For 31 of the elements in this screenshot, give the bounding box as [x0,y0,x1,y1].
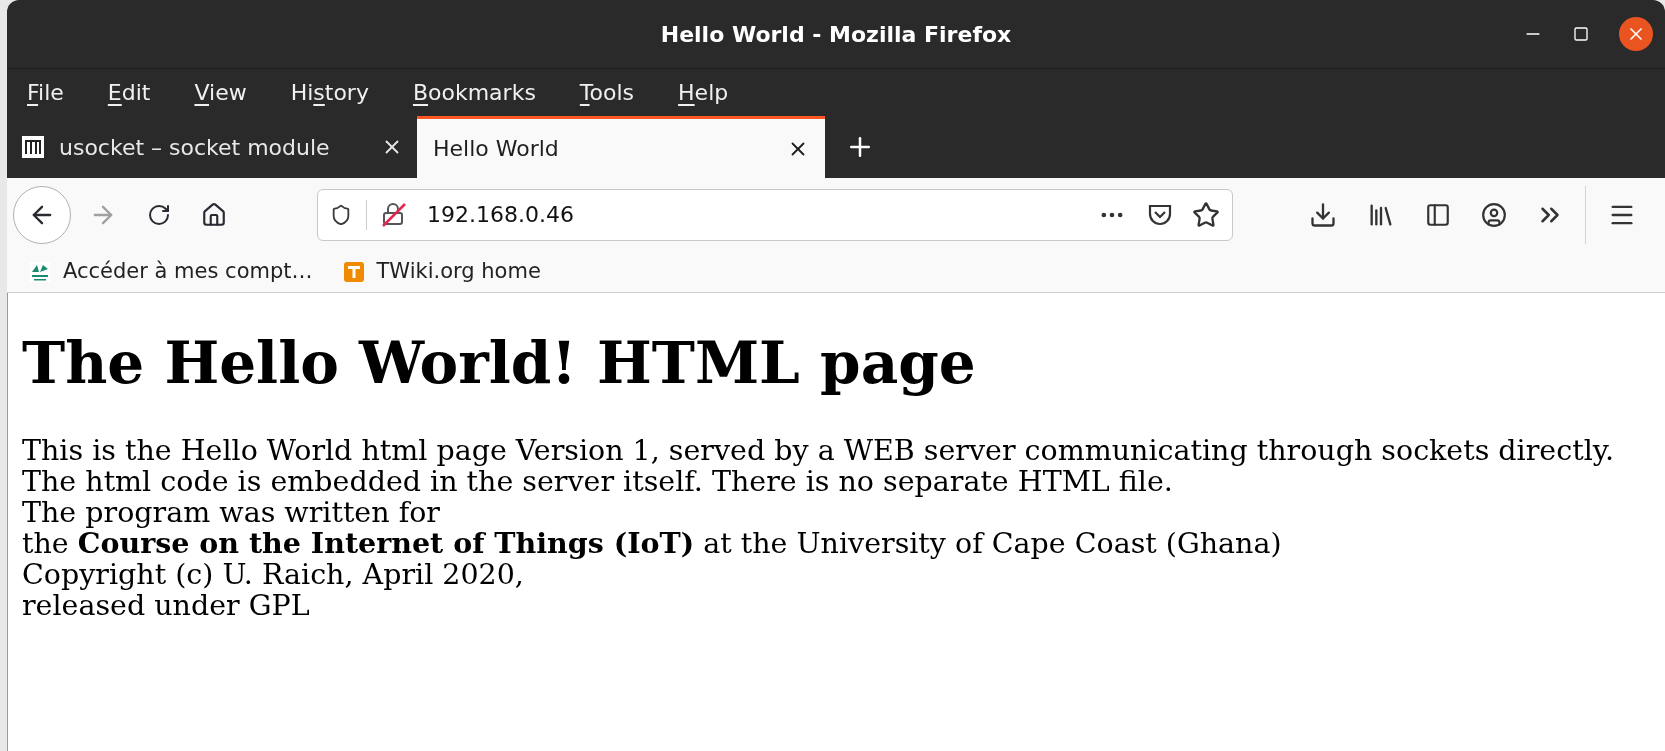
tab-title: Hello World [433,135,560,163]
tab-favicon-icon [21,135,45,159]
browser-tab[interactable]: Hello World [417,116,825,178]
bookmark-star-icon[interactable] [1192,200,1220,229]
shield-icon[interactable] [330,203,352,226]
browser-tab[interactable]: usocket – socket module [7,116,417,178]
menu-item[interactable]: Help [678,76,729,109]
window-title: Hello World - Mozilla Firefox [660,20,1012,49]
home-icon[interactable] [201,201,227,228]
menu-item[interactable]: Edit [107,76,151,109]
menu-item[interactable]: View [194,76,247,109]
close-button[interactable] [1619,17,1653,51]
tab-title: usocket – socket module [59,133,331,162]
insecure-lock-icon[interactable] [381,201,407,228]
url-text: 192.168.0.46 [427,201,574,229]
menu-item[interactable]: Tools [579,76,635,109]
sidebar-icon[interactable] [1425,201,1451,228]
body-paragraph: This is the Hello World html page Version 1, served by a WEB server communicating through sockets directly. The html code is embedded in the server itself. There is no separate HTML file. The program was written for the Course on the Internet of Things (IoT) at the University of Cape Coast (Ghana) Copyright (c) U. Raich, April 2020, released under GPL [22,434,1616,621]
reload-icon[interactable] [147,202,171,227]
maximize-icon[interactable] [1573,26,1589,42]
account-icon[interactable] [1481,201,1507,228]
menu-item[interactable]: Bookmarks [412,76,536,109]
bookmark-item[interactable]: TWiki.org home [376,255,541,288]
bank-logo-icon [29,260,51,283]
menu-item[interactable]: History [290,76,369,109]
page-heading: The Hello World! HTML page [22,329,977,399]
address-bar[interactable]: 192.168.0.46 [317,188,1233,241]
menu-item[interactable]: File [27,76,64,109]
twiki-logo-icon [342,260,365,283]
bookmark-item[interactable]: Accéder à mes compt… [63,255,313,288]
download-icon[interactable] [1309,200,1337,229]
